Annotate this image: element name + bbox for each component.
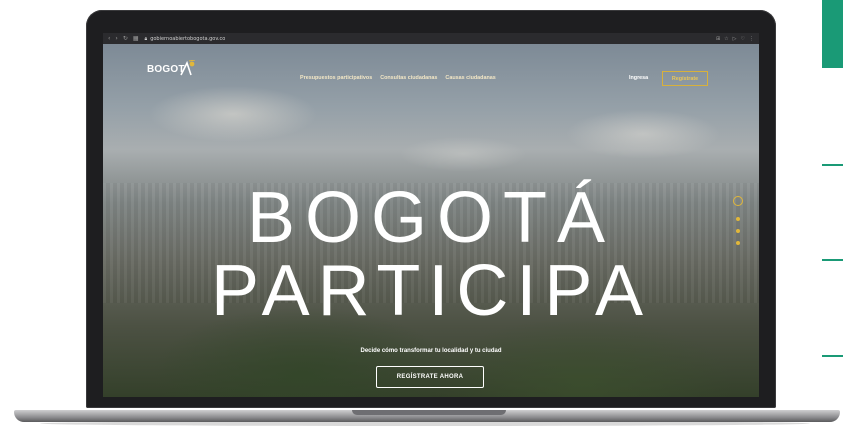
url-text: gobiernoabiertobogota.gov.co bbox=[150, 35, 226, 42]
slide-indicator[interactable] bbox=[736, 217, 740, 221]
menu-icon[interactable]: ⋮ bbox=[749, 36, 754, 42]
register-now-button[interactable]: REGÍSTRATE AHORA bbox=[376, 366, 484, 388]
reload-icon[interactable]: ↻ bbox=[123, 35, 128, 42]
back-icon[interactable]: ‹ bbox=[108, 35, 110, 42]
address-bar[interactable]: 🔒︎ gobiernoabiertobogota.gov.co bbox=[145, 36, 226, 42]
hero-title-line2: PARTICIPA bbox=[210, 251, 652, 331]
heart-icon[interactable]: ♡ bbox=[741, 36, 745, 42]
laptop-hinge bbox=[352, 410, 506, 415]
main-nav: Presupuestos participativos Consultas ci… bbox=[300, 75, 496, 81]
forward-icon[interactable]: › bbox=[115, 35, 117, 42]
side-divider bbox=[822, 164, 843, 166]
lock-icon: 🔒︎ bbox=[144, 35, 148, 42]
login-link[interactable]: Ingresa bbox=[629, 75, 648, 81]
accent-green-block bbox=[822, 0, 843, 68]
register-button[interactable]: Regístrate bbox=[662, 71, 708, 86]
site-header: BOGOT Presupuestos participativos Consul… bbox=[103, 44, 759, 88]
share-icon[interactable]: ▷ bbox=[733, 36, 737, 42]
logo-mark-icon bbox=[180, 60, 196, 76]
slide-indicator-active[interactable] bbox=[733, 196, 743, 206]
hero-title-line1: BOGOTÁ bbox=[246, 178, 616, 258]
bookmark-icon[interactable]: ☆ bbox=[724, 36, 728, 42]
nav-causas[interactable]: Causas ciudadanas bbox=[445, 75, 495, 81]
nav-consultas[interactable]: Consultas ciudadanas bbox=[380, 75, 437, 81]
browser-toolbar: ‹ › ↻ ▦ 🔒︎ gobiernoabiertobogota.gov.co … bbox=[103, 33, 759, 44]
tabs-icon[interactable]: ▦ bbox=[133, 35, 139, 42]
nav-presupuestos[interactable]: Presupuestos participativos bbox=[300, 75, 372, 81]
extensions-icon[interactable]: ⊞ bbox=[716, 36, 720, 42]
side-divider bbox=[822, 355, 843, 357]
laptop-screen: ‹ › ↻ ▦ 🔒︎ gobiernoabiertobogota.gov.co … bbox=[103, 33, 759, 397]
slide-indicator[interactable] bbox=[736, 241, 740, 245]
hero-subtitle: Decide cómo transformar tu localidad y t… bbox=[360, 348, 502, 354]
slide-indicator[interactable] bbox=[736, 229, 740, 233]
side-divider bbox=[822, 259, 843, 261]
